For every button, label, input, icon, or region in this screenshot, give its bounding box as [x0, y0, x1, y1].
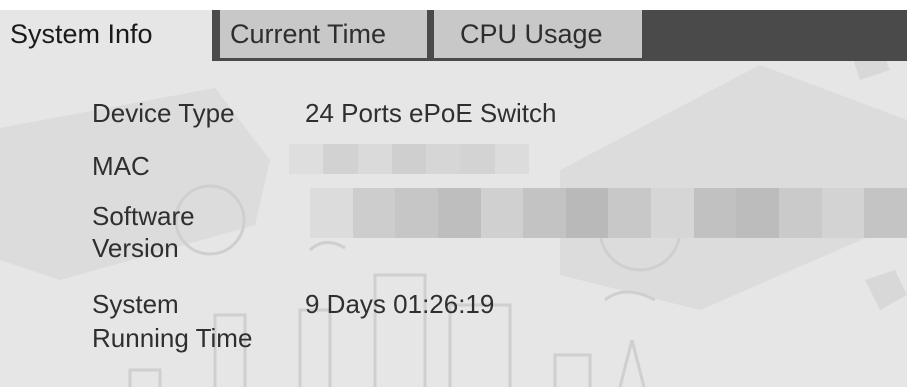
- software-version-value-redacted: [310, 188, 907, 238]
- tab-system-info[interactable]: System Info: [0, 10, 212, 62]
- tab-current-time-label: Current Time: [230, 19, 387, 49]
- tab-cpu-usage[interactable]: CPU Usage: [434, 10, 642, 58]
- running-time-label-line2: Running Time: [92, 323, 253, 353]
- mac-label: MAC: [92, 151, 150, 181]
- tab-cpu-usage-label: CPU Usage: [460, 19, 603, 49]
- tab-system-info-label: System Info: [10, 19, 153, 49]
- running-time-label-line1: System: [92, 289, 179, 319]
- tab-current-time[interactable]: Current Time: [220, 10, 427, 58]
- tab-bar: System Info Current Time CPU Usage: [0, 10, 907, 62]
- device-type-label: Device Type: [92, 98, 235, 128]
- running-time-value: 9 Days 01:26:19: [305, 289, 495, 319]
- software-version-label-line1: Software: [92, 201, 195, 231]
- system-info-panel: System Info Current Time CPU Usage Devic…: [0, 10, 907, 387]
- software-version-label-line2: Version: [92, 233, 179, 263]
- device-type-value: 24 Ports ePoE Switch: [305, 98, 557, 128]
- mac-value-redacted: [289, 144, 529, 174]
